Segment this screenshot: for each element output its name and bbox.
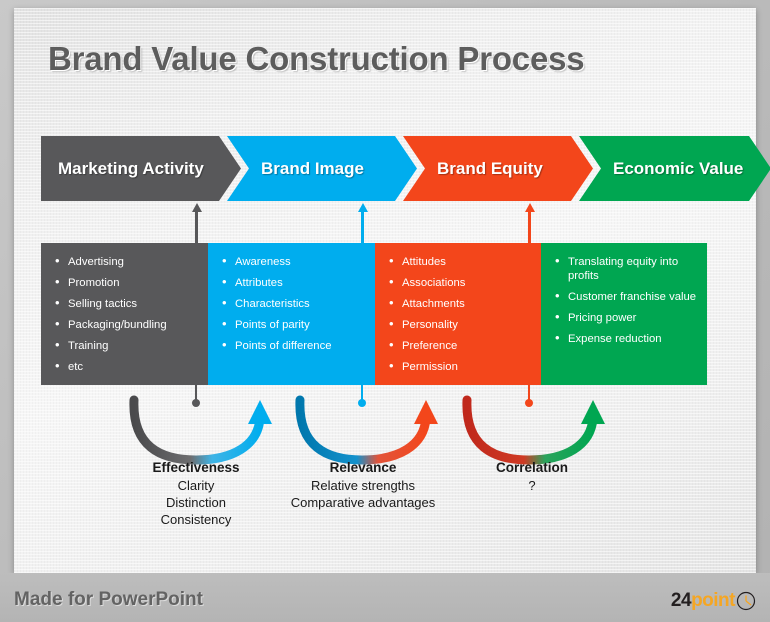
stage-chevron-marketing-activity[interactable]: Marketing Activity — [41, 136, 241, 201]
stage-item-list: Advertising Promotion Selling tactics Pa… — [53, 254, 198, 374]
stage-chevron-economic-value[interactable]: Economic Value — [579, 136, 770, 201]
brand-logo[interactable]: 24 point — [671, 590, 756, 612]
list-item: Awareness — [220, 254, 365, 269]
list-item: Personality — [387, 317, 531, 332]
list-item: Expense reduction — [553, 331, 697, 346]
slide-frame: Brand Value Construction Process Marketi… — [0, 0, 770, 622]
list-item: Preference — [387, 338, 531, 353]
link-label-relevance: Relevance Relative strengths Comparative… — [282, 459, 444, 511]
connector-arrow-blue — [357, 203, 368, 244]
dot-icon — [358, 399, 366, 407]
link-subline: Distinction — [166, 495, 226, 510]
list-item: Advertising — [53, 254, 198, 269]
list-item: Selling tactics — [53, 296, 198, 311]
stage-box-marketing-activity: Advertising Promotion Selling tactics Pa… — [41, 243, 208, 385]
stage-chevron-brand-equity[interactable]: Brand Equity — [403, 136, 593, 201]
footer-text: Made for PowerPoint — [14, 589, 203, 610]
arrow-stem — [528, 211, 531, 244]
list-item: Packaging/bundling — [53, 317, 198, 332]
link-heading: Effectiveness — [152, 460, 240, 475]
link-label-effectiveness: Effectiveness Clarity Distinction Consis… — [116, 459, 276, 528]
list-item: Customer franchise value — [553, 289, 697, 304]
stage-chevron-label: Marketing Activity — [58, 158, 204, 178]
list-item: Training — [53, 338, 198, 353]
list-item: Associations — [387, 275, 531, 290]
link-subline: ? — [528, 478, 536, 493]
stage-box-brand-equity: Attitudes Associations Attachments Perso… — [375, 243, 541, 385]
list-item: etc — [53, 359, 198, 374]
connector-arrow-red — [524, 203, 535, 244]
dot-icon — [525, 399, 533, 407]
stage-box-economic-value: Translating equity into profits Customer… — [541, 243, 707, 385]
stage-chevron-label: Brand Image — [261, 158, 364, 178]
list-item: Pricing power — [553, 310, 697, 325]
logo-number: 24 — [670, 590, 692, 611]
stage-box-brand-image: Awareness Attributes Characteristics Poi… — [208, 243, 375, 385]
link-heading: Correlation — [495, 460, 568, 475]
stage-chevron-brand-image[interactable]: Brand Image — [227, 136, 417, 201]
link-label-correlation: Correlation ? — [452, 459, 612, 494]
list-item: Promotion — [53, 275, 198, 290]
link-subline: Comparative advantages — [290, 495, 436, 510]
arrow-stem — [361, 211, 364, 244]
link-subline: Consistency — [160, 512, 232, 527]
logo-word: point — [691, 590, 735, 611]
list-item: Attachments — [387, 296, 531, 311]
arrow-stem — [195, 211, 198, 244]
link-subline: Clarity — [177, 478, 215, 493]
process-banner: Marketing Activity Brand Image Brand Equ… — [41, 136, 770, 201]
list-item: Translating equity into profits — [553, 254, 697, 283]
stage-item-list: Translating equity into profits Customer… — [553, 254, 697, 346]
anchor-dot-gray — [192, 385, 200, 407]
link-subline: Relative strengths — [310, 478, 416, 493]
stage-item-list: Attitudes Associations Attachments Perso… — [387, 254, 531, 374]
stage-item-list: Awareness Attributes Characteristics Poi… — [220, 254, 365, 353]
list-item: Points of difference — [220, 338, 365, 353]
connector-arrow-gray — [191, 203, 202, 244]
clock-icon — [736, 591, 756, 611]
list-item: Attitudes — [387, 254, 531, 269]
stage-chevron-label: Brand Equity — [437, 158, 543, 178]
list-item: Attributes — [220, 275, 365, 290]
dot-icon — [192, 399, 200, 407]
anchor-dot-red — [525, 385, 533, 407]
anchor-dot-blue — [358, 385, 366, 407]
list-item: Points of parity — [220, 317, 365, 332]
page-title: Brand Value Construction Process — [48, 40, 585, 77]
stage-chevron-label: Economic Value — [613, 158, 744, 178]
list-item: Permission — [387, 359, 531, 374]
link-heading: Relevance — [329, 460, 397, 475]
list-item: Characteristics — [220, 296, 365, 311]
